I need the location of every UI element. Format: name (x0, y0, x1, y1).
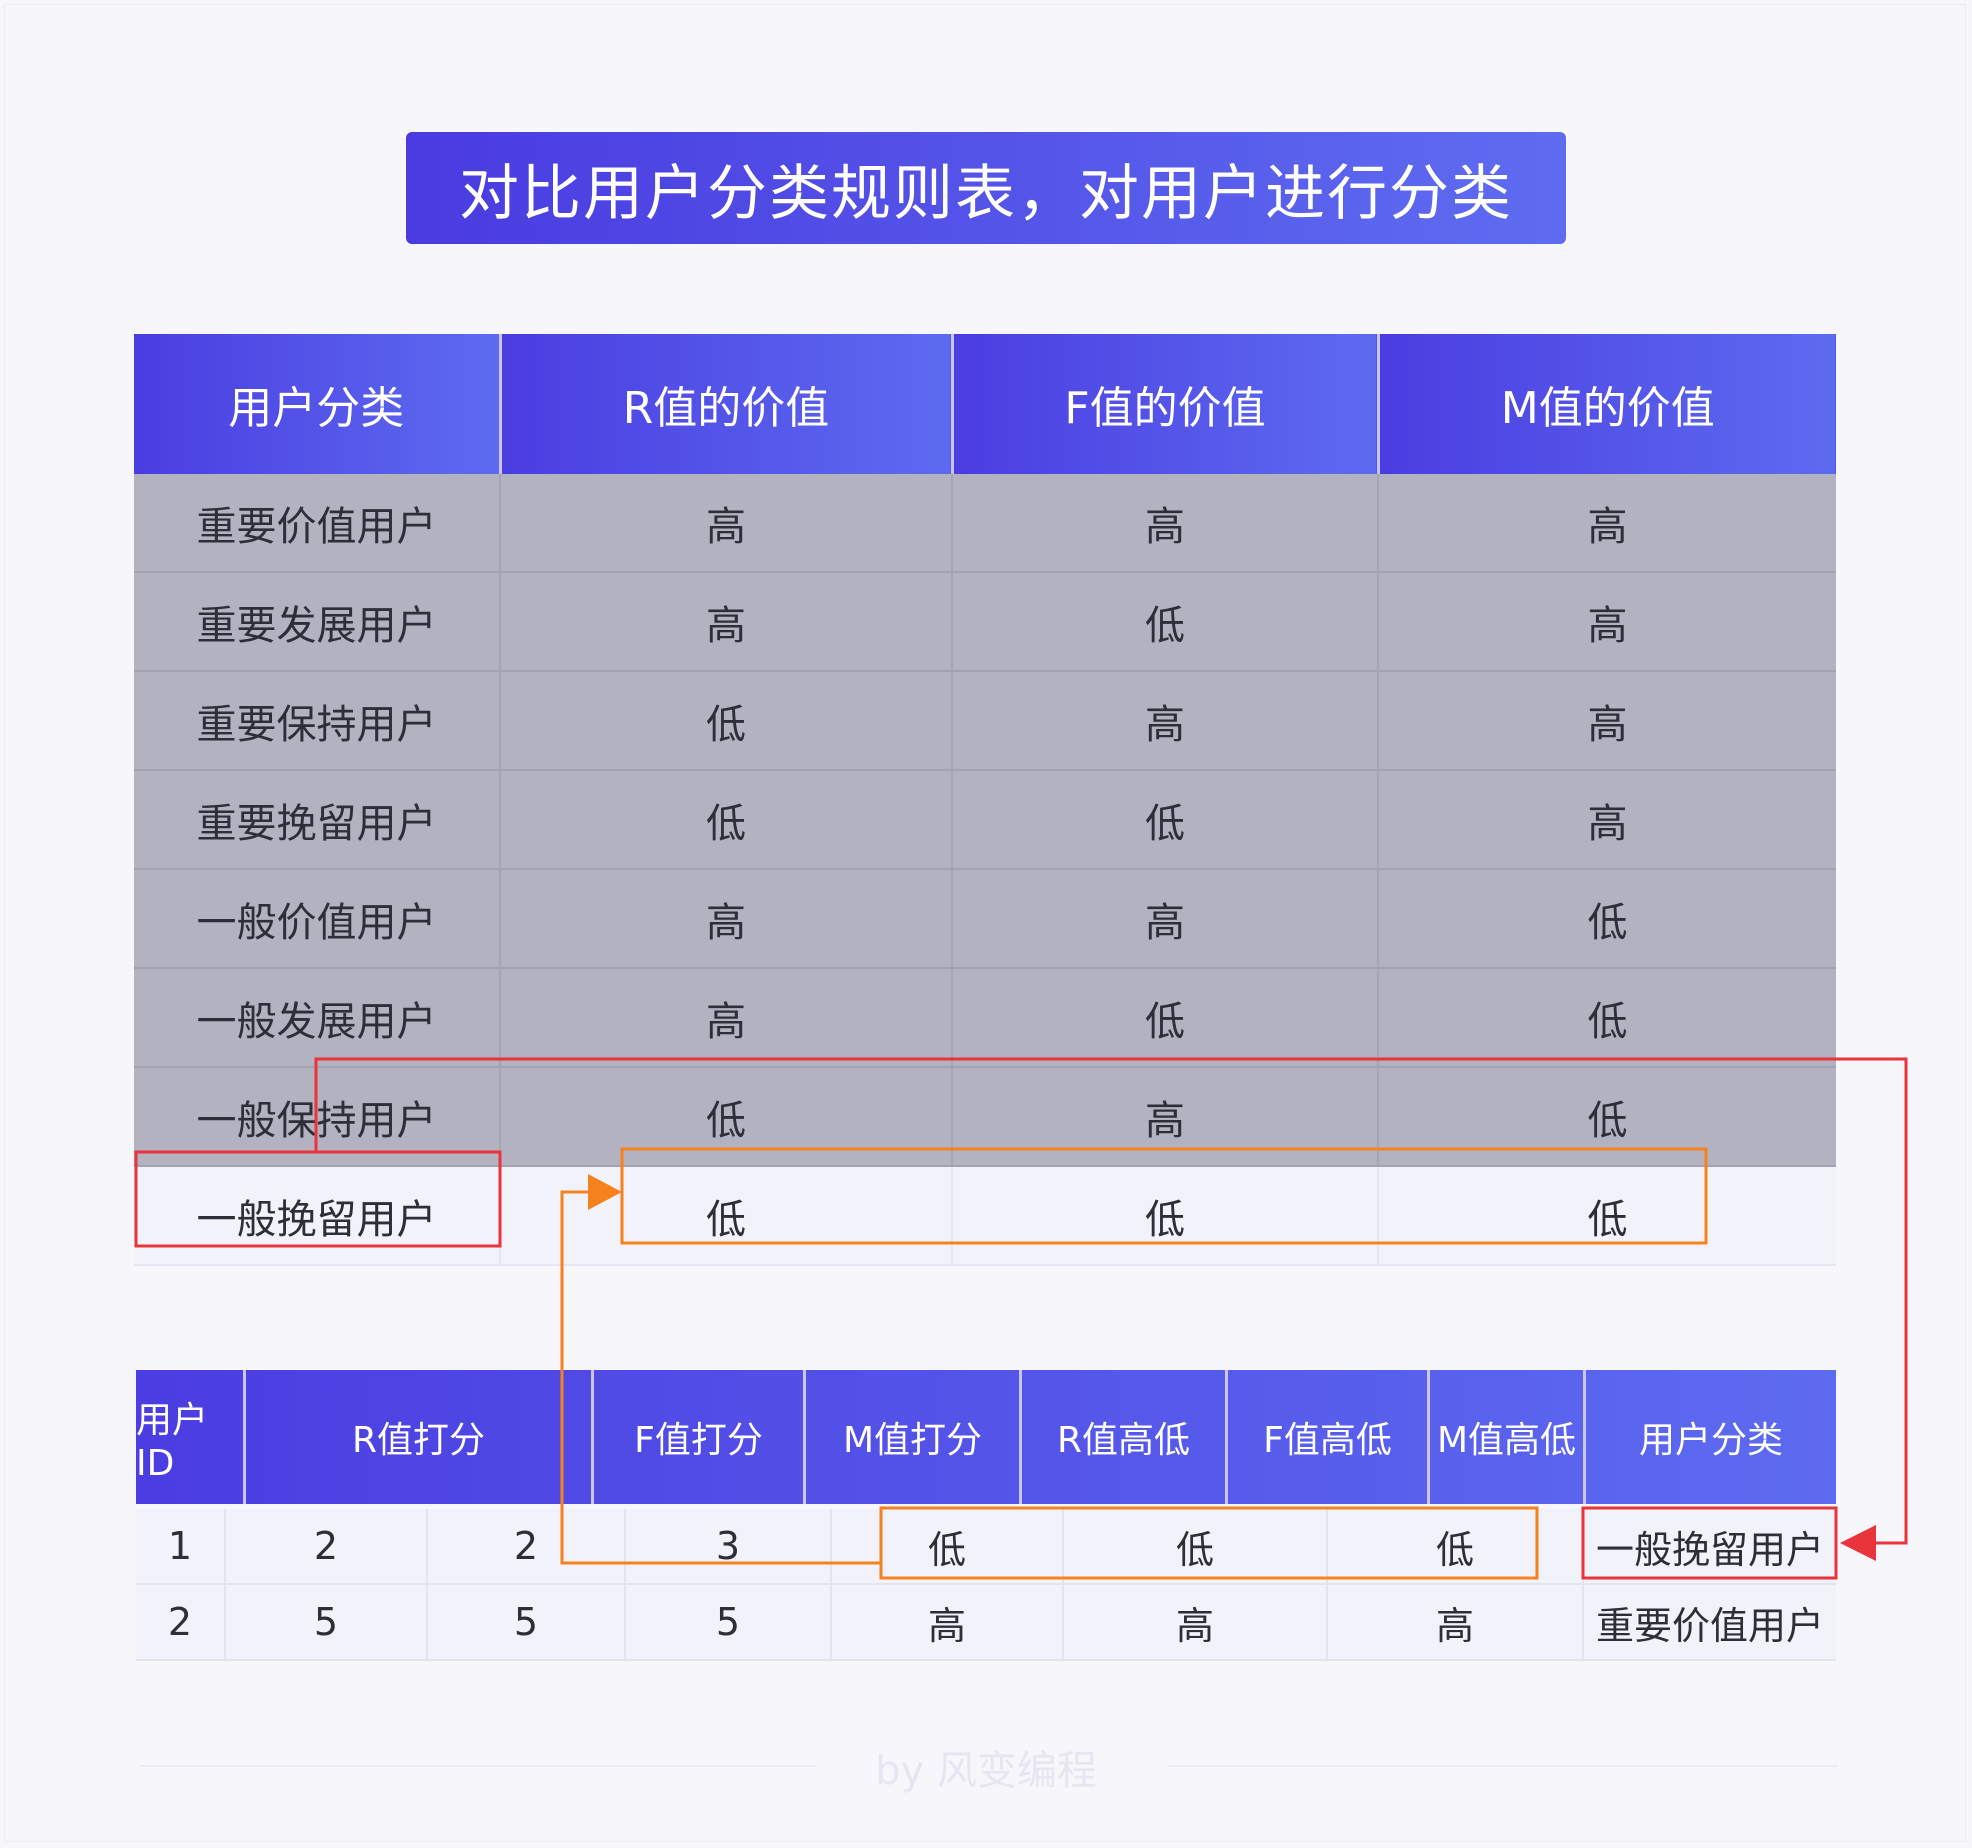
orange-arrowhead-icon (588, 1174, 622, 1210)
annotation-overlay (134, 1057, 1908, 1580)
orange-highlight-rule-values (620, 1147, 1708, 1245)
red-connector-line (314, 1057, 1908, 1545)
orange-connector-line (560, 1190, 881, 1565)
red-highlight-rule-category (134, 1150, 502, 1248)
red-highlight-user-category (1581, 1506, 1838, 1580)
orange-highlight-user-levels (879, 1506, 1539, 1580)
red-arrowhead-icon (1840, 1525, 1876, 1561)
watermark-text: by 风变编程 (875, 1748, 1097, 1794)
